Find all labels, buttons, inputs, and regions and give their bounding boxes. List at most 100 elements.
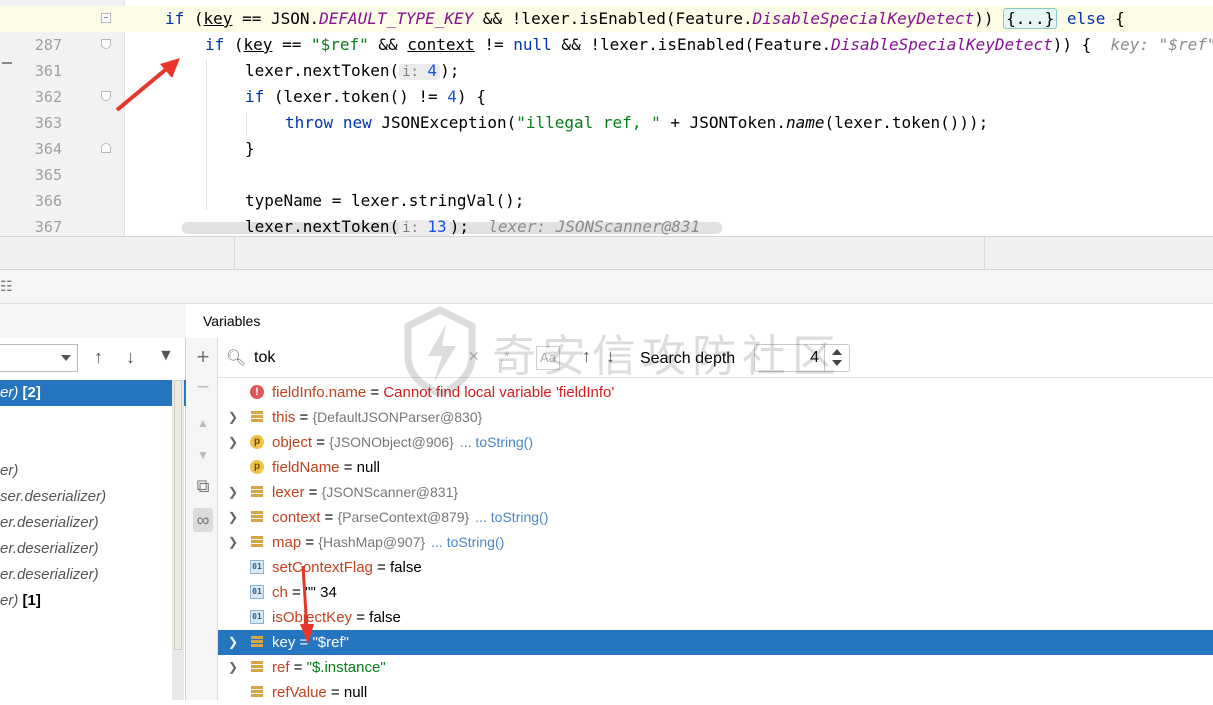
variable-text: lexer = {JSONScanner@831} <box>272 480 458 505</box>
frame-row[interactable]: er.deserializer) <box>0 536 186 562</box>
code-line-361[interactable]: 361 if (key == "$ref" && context != null… <box>0 32 1213 80</box>
previous-match-icon[interactable]: ↑ <box>582 346 591 367</box>
field-icon <box>250 635 264 649</box>
regex-toggle-icon[interactable]: .* <box>500 348 509 364</box>
variable-text: key = "$ref" <box>272 630 349 655</box>
filter-icon[interactable]: ▼ <box>158 347 174 365</box>
search-input[interactable] <box>254 346 474 370</box>
fold-toggle-icon[interactable] <box>101 39 111 49</box>
variable-row-map[interactable]: ❯ map = {HashMap@907} ... toString() <box>218 530 1213 555</box>
increment-icon[interactable] <box>832 349 842 355</box>
frame-row[interactable] <box>0 406 186 432</box>
variable-search-bar: 🔍︎ ✕ .* Aa ↑ ↓ Search depth 4 <box>218 338 1213 378</box>
variable-text: refValue = null <box>272 680 367 705</box>
next-match-icon[interactable]: ↓ <box>606 346 615 367</box>
fold-toggle-icon[interactable] <box>101 143 111 153</box>
equals-sign: = <box>339 459 357 476</box>
variable-row-setcontextflag[interactable]: 01 setContextFlag = false <box>218 555 1213 580</box>
code-text: lexer.nextToken(i: 4); <box>245 61 460 80</box>
variable-row-key[interactable]: ❯ key = "$ref" <box>218 630 1213 655</box>
variable-name: ref <box>272 659 290 676</box>
move-down-icon[interactable]: ▼ <box>193 448 213 462</box>
variable-value: "$ref" <box>312 634 349 651</box>
equals-sign: = <box>295 634 313 651</box>
code-line-363[interactable]: 363 if (lexer.token() != 4) { <box>0 84 1213 132</box>
expand-chevron-icon[interactable]: ❯ <box>228 505 238 530</box>
code-line-368[interactable]: 368 lexer.nextToken(i: 13); lexer: JSONS… <box>0 214 1213 236</box>
debugger-tab-bar[interactable] <box>0 236 1213 271</box>
fold-toggle-icon[interactable] <box>101 13 111 23</box>
glasses-icon[interactable]: ∞ <box>193 508 213 532</box>
frame-row[interactable]: er.deserializer) <box>0 562 186 588</box>
frames-scrollbar[interactable] <box>172 380 184 700</box>
variable-row-fieldinfo-name[interactable]: ! fieldInfo.name = Cannot find local vari… <box>218 380 1213 405</box>
fold-toggle-icon[interactable] <box>101 91 111 101</box>
chevron-down-icon <box>61 355 71 361</box>
variable-row-refvalue[interactable]: refValue = null <box>218 680 1213 705</box>
variable-row-object[interactable]: ❯ p object = {JSONObject@906} ... toString(… <box>218 430 1213 455</box>
variable-value: {DefaultJSONParser@830} <box>312 409 483 425</box>
variables-tree[interactable]: ! fieldInfo.name = Cannot find local vari… <box>218 380 1213 701</box>
variable-name: context <box>272 509 321 526</box>
collapsed-block[interactable]: {...} <box>1003 8 1058 29</box>
variable-text: setContextFlag = false <box>272 555 422 580</box>
frame-row[interactable] <box>0 432 186 458</box>
clear-icon[interactable]: ✕ <box>468 348 480 365</box>
frame-down-icon[interactable]: ↓ <box>126 347 135 368</box>
variable-name: isObjectKey <box>272 609 353 626</box>
code-line-364[interactable]: 364 throw new JSONException("illegal ref… <box>0 110 1213 158</box>
frame-row[interactable]: ser.deserializer) <box>0 484 186 510</box>
debug-inline-value: key: "$ref" <box>1110 35 1213 54</box>
variable-row-lexer[interactable]: ❯ lexer = {JSONScanner@831} <box>218 480 1213 505</box>
code-line-367[interactable]: 367 typeName = lexer.stringVal(); <box>0 188 1213 236</box>
code-editor[interactable]: 287 if (key == JSON.DEFAULT_TYPE_KEY && … <box>0 0 1213 236</box>
code-line-366[interactable]: 366 <box>0 162 1213 210</box>
frame-row[interactable]: er.deserializer) <box>0 510 186 536</box>
parameter-icon: p <box>250 435 264 449</box>
frame-row[interactable]: er) [1] <box>0 588 186 614</box>
variable-row-isobjectkey[interactable]: 01 isObjectKey = false <box>218 605 1213 630</box>
stepper-arrows[interactable] <box>824 345 849 371</box>
frame-row[interactable]: er) <box>0 458 186 484</box>
variable-row-ref[interactable]: ❯ ref = "$.instance" <box>218 655 1213 680</box>
variable-row-this[interactable]: ❯ this = {DefaultJSONParser@830} <box>218 405 1213 430</box>
variables-panel[interactable]: Variables + − ▲ ▼ ⧉ ∞ 🔍︎ ✕ .* Aa ↑ ↓ Sea… <box>186 304 1213 701</box>
code-line-362[interactable]: 362 lexer.nextToken(i: 4); <box>0 58 1213 106</box>
variable-row-ch[interactable]: 01 ch = '"' 34 <box>218 580 1213 605</box>
variable-name: map <box>272 534 302 551</box>
code-line-287[interactable]: 287 if (key == JSON.DEFAULT_TYPE_KEY && … <box>0 6 1213 54</box>
frame-row[interactable]: er) [2] <box>0 380 186 406</box>
expand-chevron-icon[interactable]: ❯ <box>228 430 238 455</box>
scrollbar-thumb[interactable] <box>174 380 182 650</box>
expand-chevron-icon[interactable]: ❯ <box>228 655 238 680</box>
variable-value: Cannot find local variable 'fieldInfo' <box>383 384 615 401</box>
match-case-toggle[interactable]: Aa <box>536 346 560 370</box>
frame-up-icon[interactable]: ↑ <box>94 347 103 368</box>
expand-chevron-icon[interactable]: ❯ <box>228 480 238 505</box>
expand-chevron-icon[interactable]: ❯ <box>228 405 238 430</box>
code-line-365[interactable]: 365 } <box>0 136 1213 184</box>
variable-value: {ParseContext@879} <box>337 509 470 525</box>
variable-name: fieldInfo.name <box>272 384 367 401</box>
code-text: if (key == JSON.DEFAULT_TYPE_KEY && !lex… <box>165 8 1125 29</box>
layout-icon[interactable]: ☷ <box>0 278 13 295</box>
variable-row-fieldname[interactable]: p fieldName = null <box>218 455 1213 480</box>
expand-chevron-icon[interactable]: ❯ <box>228 530 238 555</box>
decrement-icon[interactable] <box>832 360 842 366</box>
frames-panel[interactable]: ↑ ↓ ▼ er) [2] er) ser.deserializer) er.d… <box>0 304 186 700</box>
to-string-link[interactable]: ... toString() <box>460 434 533 450</box>
expand-chevron-icon[interactable]: ❯ <box>228 630 238 655</box>
add-watch-icon[interactable]: + <box>193 344 213 370</box>
move-up-icon[interactable]: ▲ <box>193 416 213 430</box>
copy-icon[interactable]: ⧉ <box>193 476 213 497</box>
thread-selector[interactable] <box>0 344 78 372</box>
to-string-link[interactable]: ... toString() <box>475 509 548 525</box>
debugger-toolbar[interactable]: ☷ <box>0 270 1213 304</box>
primitive-icon: 01 <box>250 560 264 574</box>
search-depth-value[interactable]: 4 <box>755 349 819 367</box>
code-text: typeName = lexer.stringVal(); <box>245 191 525 210</box>
to-string-link[interactable]: ... toString() <box>431 534 504 550</box>
remove-watch-icon[interactable]: − <box>193 374 213 400</box>
variable-row-context[interactable]: ❯ context = {ParseContext@879} ... toStrin… <box>218 505 1213 530</box>
search-depth-stepper[interactable]: 4 <box>754 344 850 372</box>
